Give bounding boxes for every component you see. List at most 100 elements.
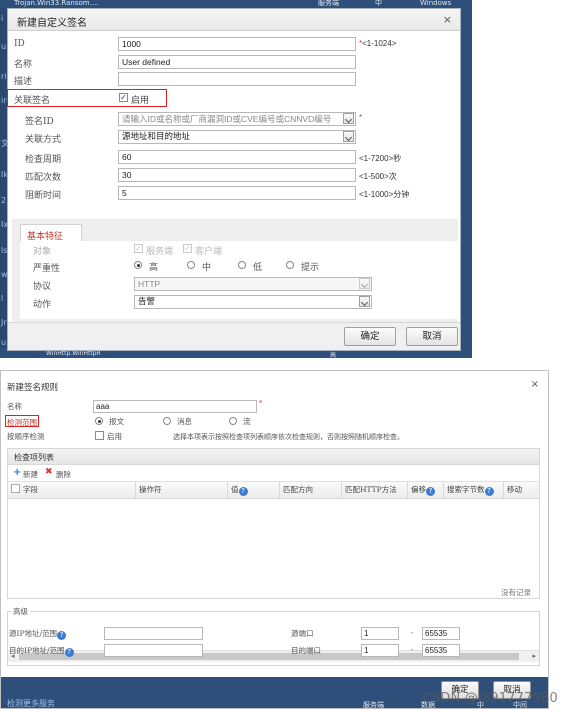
scope-flow-label: 流	[243, 416, 251, 427]
scope-message-radio[interactable]	[163, 417, 171, 425]
col-http-method[interactable]: 匹配HTTP方法	[342, 482, 408, 498]
count-hint: <1-500>次	[359, 171, 397, 182]
help-icon[interactable]: ?	[239, 487, 248, 496]
grid-column-header: 字段 操作符 值? 匹配方向 匹配HTTP方法 偏移? 搜索字节数? 移动	[8, 481, 539, 499]
period-hint: <1-7200>秒	[359, 153, 401, 164]
help-icon[interactable]: ?	[426, 487, 435, 496]
src-port-from-input[interactable]: 1	[361, 627, 399, 640]
block-input[interactable]: 5	[118, 186, 356, 200]
delete-button[interactable]: 删除	[56, 469, 71, 480]
col-value[interactable]: 值?	[228, 482, 280, 498]
close-icon[interactable]: ×	[443, 13, 452, 26]
assoc-mode-select[interactable]: 源地址和目的地址	[118, 130, 356, 144]
check-items-grid: 检查项列表 + 新建 ✖ 删除 字段 操作符 值? 匹配方向 匹配HTTP方法 …	[7, 448, 540, 599]
select-all-checkbox[interactable]	[11, 484, 20, 493]
col-move[interactable]: 移动	[504, 482, 539, 498]
advanced-legend: 高级	[11, 606, 30, 617]
chevron-down-icon[interactable]	[343, 113, 354, 124]
new-button[interactable]: 新建	[23, 469, 38, 480]
rule-name-input[interactable]: aaa	[93, 400, 257, 413]
count-input[interactable]: 30	[118, 168, 356, 182]
dst-ip-input[interactable]	[104, 644, 203, 657]
severity-high-label: 高	[149, 260, 158, 273]
id-input[interactable]: 1000	[118, 37, 356, 51]
tab-basic[interactable]: 基本特征	[20, 224, 82, 242]
background-table-row: Trojan.Win33.Ransom.... 服务端 中 Windows	[0, 0, 472, 8]
dialog-titlebar: 新建签名规则 ×	[1, 371, 548, 401]
order-checkbox[interactable]	[95, 431, 104, 440]
assoc-mode-label: 关联方式	[25, 132, 61, 145]
dst-port-to-input[interactable]: 65535	[422, 644, 460, 657]
page-right-margin	[549, 370, 562, 709]
target-label: 对象	[33, 244, 51, 257]
server-checkbox[interactable]: ✓	[134, 244, 143, 253]
severity-low-label: 低	[253, 260, 262, 273]
help-icon[interactable]: ?	[57, 631, 66, 640]
grid-toolbar: + 新建 ✖ 删除	[8, 465, 539, 481]
client-checkbox[interactable]: ✓	[183, 244, 192, 253]
scope-flow-radio[interactable]	[229, 417, 237, 425]
dialog-title: 新建签名规则	[7, 381, 58, 393]
protocol-label: 协议	[33, 279, 51, 292]
help-icon[interactable]: ?	[485, 487, 494, 496]
delete-icon[interactable]: ✖	[45, 467, 53, 477]
server-option-label: 服务端	[146, 244, 173, 257]
action-label: 动作	[33, 297, 51, 310]
id-label: ID	[14, 39, 25, 49]
id-hint: *<1-1024>	[359, 39, 396, 48]
col-search-bytes[interactable]: 搜索字节数?	[444, 482, 504, 498]
scope-packet-radio[interactable]	[95, 417, 103, 425]
col-offset[interactable]: 偏移?	[408, 482, 444, 498]
src-port-label: 源端口	[291, 628, 314, 639]
count-label: 匹配次数	[25, 170, 61, 183]
severity-info-radio[interactable]	[286, 261, 294, 269]
block-hint: <1-1000>分钟	[359, 189, 409, 200]
name-input[interactable]: User defined	[118, 55, 356, 69]
highlight-box	[7, 89, 167, 107]
chevron-down-icon[interactable]	[359, 296, 370, 307]
chevron-down-icon[interactable]	[343, 131, 354, 142]
chevron-down-icon[interactable]	[359, 278, 370, 289]
dialog-footer: 确定 取消	[8, 322, 460, 350]
new-signature-rule-dialog: 新建签名规则 × 名称 aaa * 检测范围 报文 消息 流 按顺序检测 启用 …	[0, 370, 549, 709]
order-description: 选择本项表示按照检查项列表顺序依次检查规则，否则按照随机顺序检查。	[173, 432, 404, 442]
dst-port-from-input[interactable]: 1	[361, 644, 399, 657]
highlight-box	[5, 415, 39, 427]
advanced-fieldset	[7, 611, 540, 666]
severity-info-label: 提示	[301, 260, 319, 273]
period-input[interactable]: 60	[118, 150, 356, 164]
more-services-link[interactable]: 检测更多服务	[7, 698, 55, 709]
src-ip-input[interactable]	[104, 627, 203, 640]
scope-message-label: 消息	[177, 416, 192, 427]
range-dash: -	[411, 645, 414, 654]
action-select[interactable]: 告警	[134, 295, 372, 309]
col-operator[interactable]: 操作符	[136, 482, 228, 498]
severity-medium-label: 中	[202, 260, 211, 273]
severity-low-radio[interactable]	[238, 261, 246, 269]
order-checkbox-label: 启用	[107, 431, 122, 442]
name-label: 名称	[14, 57, 32, 70]
src-port-to-input[interactable]: 65535	[422, 627, 460, 640]
sig-id-select[interactable]: 请输入ID或名称或厂商漏洞ID或CVE编号或CNNVD编号	[118, 112, 356, 126]
grid-header: 检查项列表	[8, 449, 539, 465]
scope-packet-label: 报文	[109, 416, 124, 427]
desc-input[interactable]	[118, 72, 356, 86]
rule-name-label: 名称	[7, 401, 22, 412]
add-icon[interactable]: +	[13, 467, 21, 478]
severity-high-radio[interactable]	[134, 261, 142, 269]
severity-medium-radio[interactable]	[187, 261, 195, 269]
grid-title: 检查项列表	[14, 452, 54, 463]
watermark: CSDN @l891777980	[423, 691, 558, 706]
background-bottom-row: WinHttp.WinHttpR 高	[0, 351, 472, 358]
ok-button[interactable]: 确定	[344, 327, 396, 346]
client-option-label: 客户端	[195, 244, 222, 257]
dialog-titlebar: 新建自定义签名 ×	[8, 9, 460, 31]
protocol-select[interactable]: HTTP	[134, 277, 372, 291]
col-direction[interactable]: 匹配方向	[280, 482, 342, 498]
close-icon[interactable]: ×	[531, 379, 539, 390]
empty-records-text: 没有记录	[501, 587, 531, 598]
cancel-button[interactable]: 取消	[406, 327, 458, 346]
col-field[interactable]: 字段	[8, 482, 136, 498]
severity-label: 严重性	[33, 261, 60, 274]
help-icon[interactable]: ?	[65, 648, 74, 657]
